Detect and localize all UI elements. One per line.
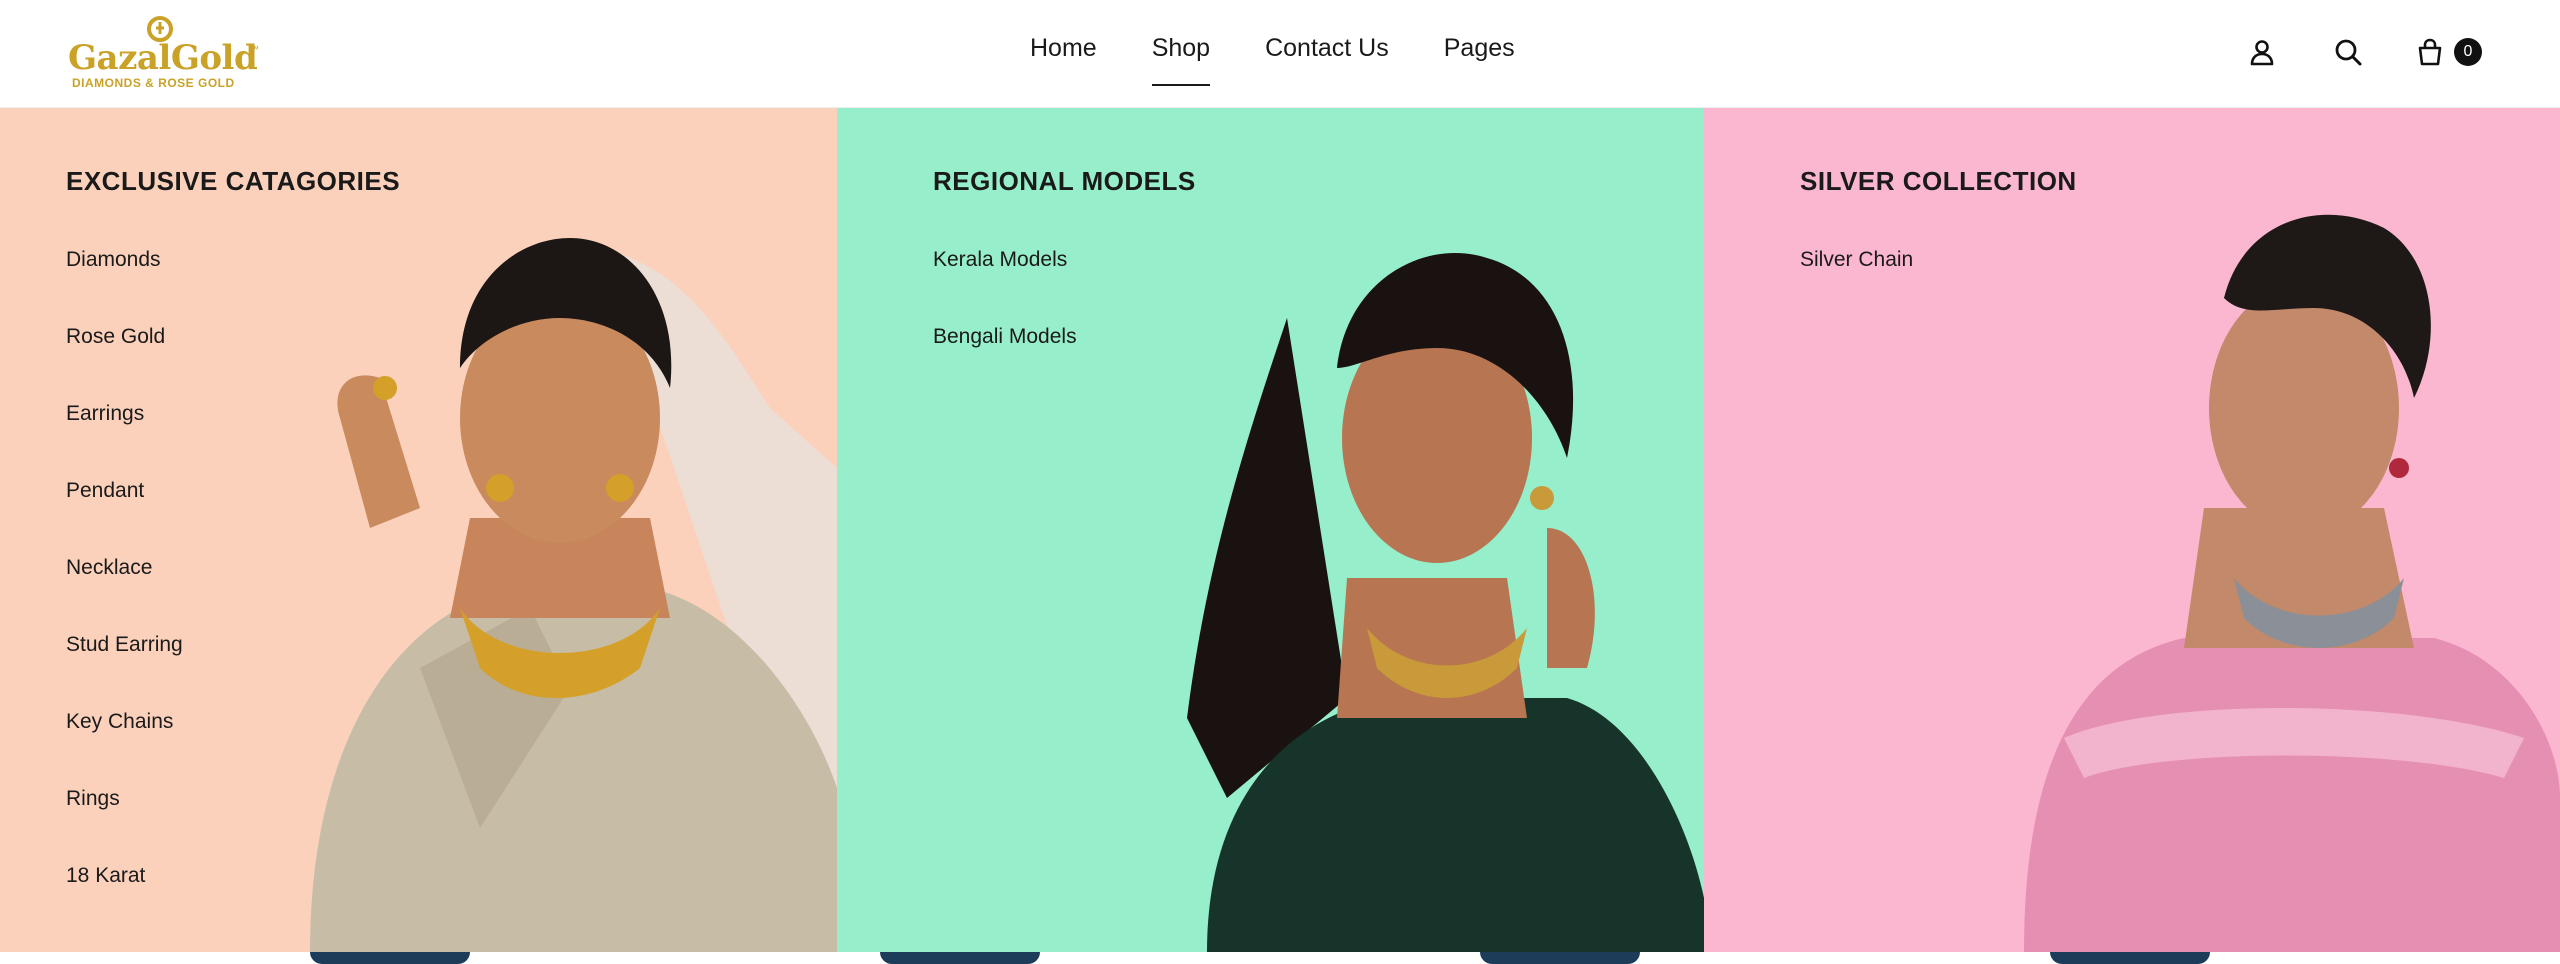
account-button[interactable]	[2242, 32, 2282, 72]
menu-link-bengali-models[interactable]: Bengali Models	[933, 325, 1077, 402]
menu-link-silver-chain[interactable]: Silver Chain	[1800, 248, 1913, 325]
menu-panel-exclusive-categories: EXCLUSIVE CATAGORIES Diamonds Rose Gold …	[0, 108, 837, 952]
user-icon	[2250, 40, 2274, 66]
menu-link-pendant[interactable]: Pendant	[66, 479, 183, 556]
logo-brand-text: GazalGold	[68, 38, 258, 78]
model-photo-green-dress	[1187, 252, 1704, 952]
shopping-bag-icon	[2418, 38, 2442, 66]
logo-trademark: ™	[250, 44, 259, 54]
cart-count-badge: 0	[2454, 38, 2482, 66]
menu-link-rose-gold[interactable]: Rose Gold	[66, 325, 183, 402]
cart-button[interactable]	[2410, 32, 2450, 72]
header-actions: 0	[2242, 32, 2482, 72]
menu-link-necklace[interactable]: Necklace	[66, 556, 183, 633]
nav-shop[interactable]: Shop	[1151, 34, 1211, 86]
logo-tagline: DIAMONDS & ROSE GOLD	[72, 76, 235, 90]
menu-link-key-chains[interactable]: Key Chains	[66, 710, 183, 787]
product-preview-peek	[880, 952, 1040, 964]
menu-link-earrings[interactable]: Earrings	[66, 402, 183, 479]
silver-links: Silver Chain	[1800, 248, 1913, 325]
column-title: SILVER COLLECTION	[1800, 166, 2077, 196]
product-preview-peek	[2050, 952, 2210, 964]
nav-home[interactable]: Home	[1030, 34, 1097, 74]
category-links: Diamonds Rose Gold Earrings Pendant Neck…	[66, 248, 183, 941]
brand-logo[interactable]: GazalGold ™ DIAMONDS & ROSE GOLD	[66, 14, 266, 94]
column-title: REGIONAL MODELS	[933, 166, 1196, 196]
menu-link-kerala-models[interactable]: Kerala Models	[933, 248, 1077, 325]
main-nav: Home Shop Contact Us Pages	[1030, 34, 1515, 86]
nav-pages[interactable]: Pages	[1444, 34, 1515, 74]
site-header: GazalGold ™ DIAMONDS & ROSE GOLD Home Sh…	[0, 0, 2560, 108]
regional-links: Kerala Models Bengali Models	[933, 248, 1077, 402]
nav-contact-us[interactable]: Contact Us	[1265, 34, 1389, 74]
model-photo-bridal	[310, 238, 837, 952]
column-title: EXCLUSIVE CATAGORIES	[66, 166, 401, 196]
product-preview-peek	[310, 952, 470, 964]
search-icon	[2335, 39, 2362, 66]
menu-link-diamonds[interactable]: Diamonds	[66, 248, 183, 325]
menu-link-rings[interactable]: Rings	[66, 787, 183, 864]
menu-link-stud-earring[interactable]: Stud Earring	[66, 633, 183, 710]
model-photo-pink-dress	[2024, 214, 2560, 952]
menu-panel-silver-collection: SILVER COLLECTION Silver Chain	[1704, 108, 2560, 952]
menu-link-18-karat[interactable]: 18 Karat	[66, 864, 183, 941]
search-button[interactable]	[2328, 32, 2368, 72]
product-preview-peek	[1480, 952, 1640, 964]
menu-panel-regional-models: REGIONAL MODELS Kerala Models Bengali Mo…	[837, 108, 1704, 952]
